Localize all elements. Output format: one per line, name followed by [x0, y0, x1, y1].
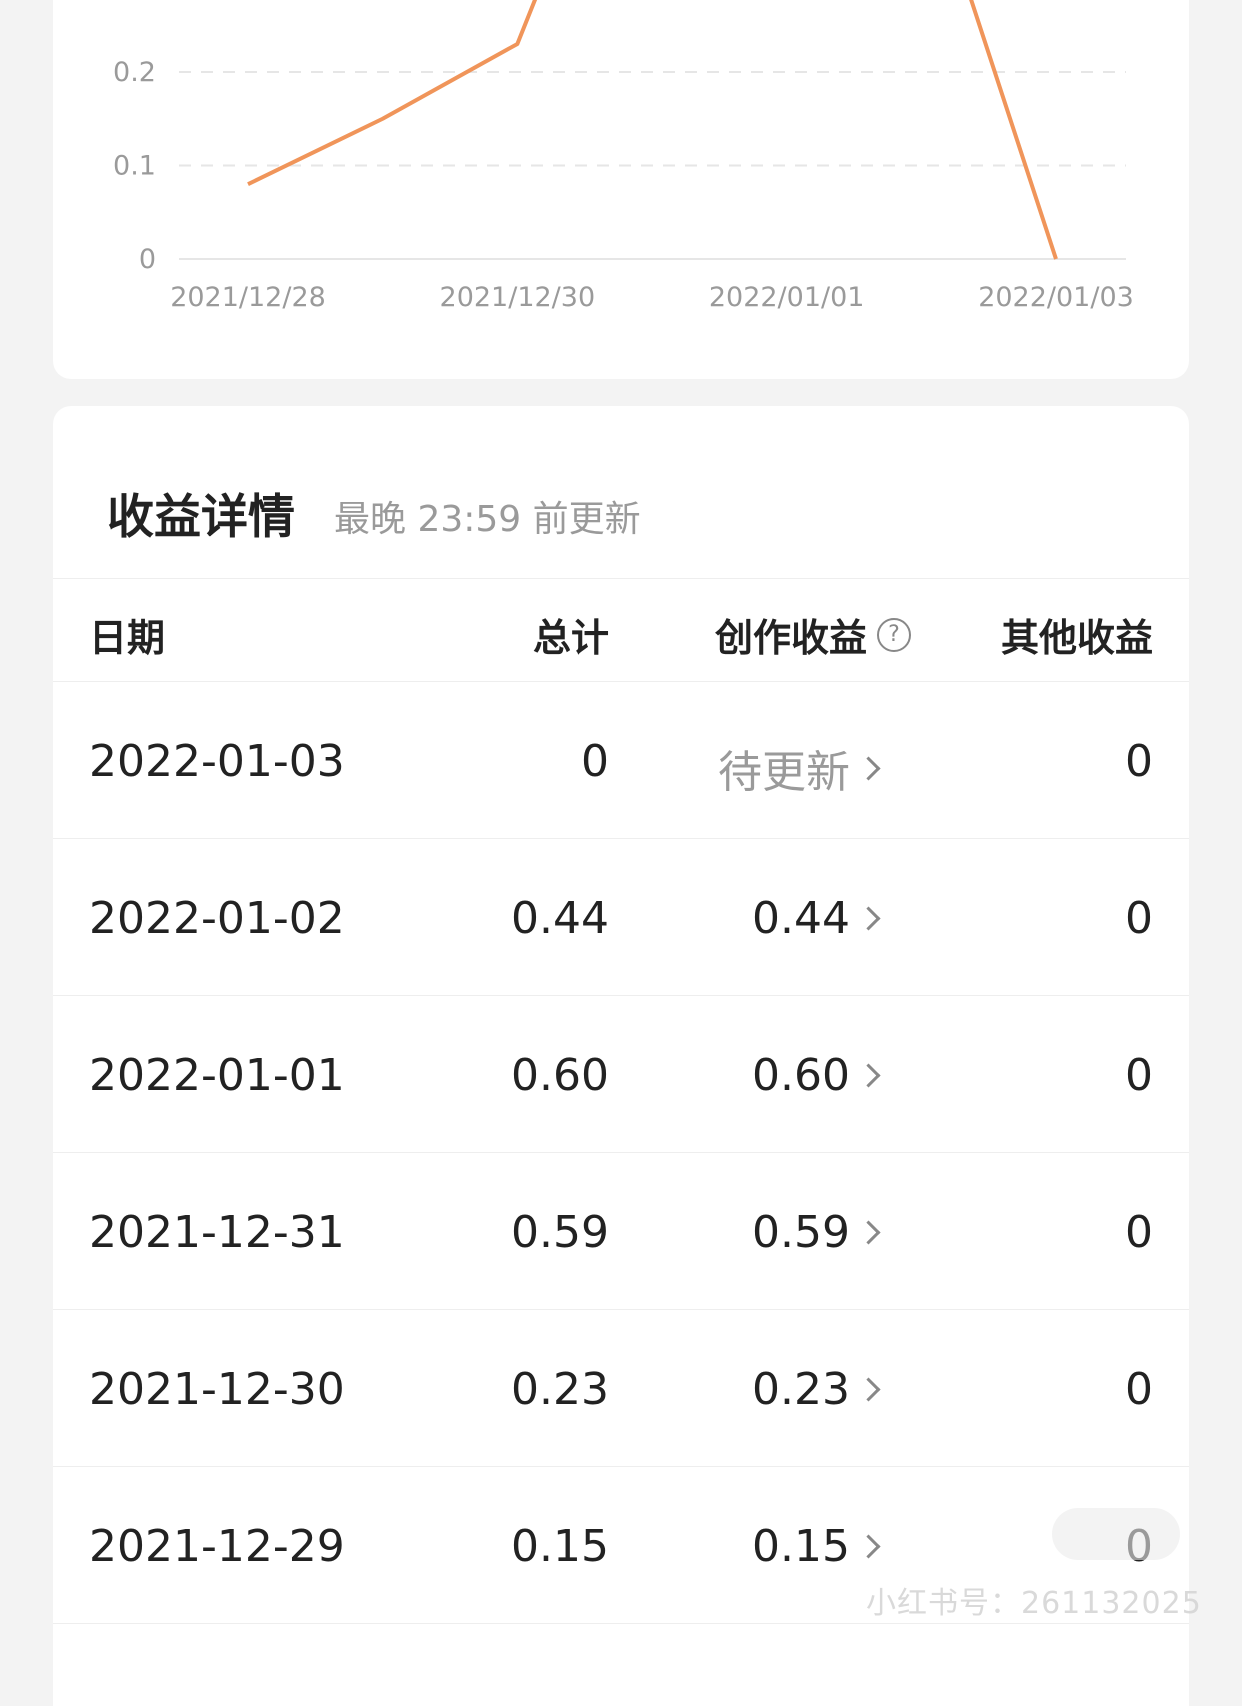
row-other: 0	[1125, 893, 1153, 944]
chevron-right-icon	[856, 755, 881, 781]
row-date: 2021-12-31	[89, 1207, 345, 1258]
row-date: 2021-12-30	[89, 1364, 345, 1415]
detail-header: 收益详情 最晚 23:59 前更新	[53, 406, 1189, 578]
row-total: 0.23	[511, 1364, 609, 1415]
detail-title: 收益详情	[107, 490, 295, 545]
row-other: 0	[1125, 1364, 1153, 1415]
row-create-value: 0.60	[752, 1050, 850, 1101]
earnings-table-body: 2022-01-03 0 待更新 0 2022-01-02 0.44 0.44 0 2022-0…	[53, 682, 1189, 1624]
row-total: 0.59	[511, 1207, 609, 1258]
column-date: 日期	[89, 616, 166, 660]
y-tick-label: 0	[139, 244, 156, 275]
table-row[interactable]: 2022-01-01 0.60 0.60 0	[53, 996, 1189, 1153]
help-icon[interactable]: ?	[877, 617, 912, 652]
row-date: 2022-01-01	[89, 1050, 345, 1101]
row-date: 2022-01-02	[89, 893, 345, 944]
row-create[interactable]: 待更新	[718, 736, 881, 800]
row-total: 0	[581, 736, 609, 787]
row-create-value: 0.59	[752, 1207, 850, 1258]
earnings-line-chart: 0 0.1 0.2 2021/12/28 2021/12/30 2022/01/01 202…	[113, 0, 1134, 313]
row-create[interactable]: 0.44	[752, 893, 881, 944]
row-other: 0	[1125, 736, 1153, 787]
row-create[interactable]: 0.23	[752, 1364, 881, 1415]
row-other: 0	[1125, 1207, 1153, 1258]
chevron-right-icon	[856, 1063, 881, 1088]
column-total: 总计	[532, 616, 609, 660]
x-tick-label: 2022/01/01	[709, 282, 865, 313]
x-tick-label: 2021/12/28	[170, 282, 326, 313]
row-total: 0.60	[511, 1050, 609, 1101]
series-line	[247, 0, 1058, 260]
chevron-right-icon	[856, 906, 881, 931]
chevron-right-icon	[856, 1377, 881, 1402]
y-tick-label: 0.2	[113, 57, 156, 88]
row-create[interactable]: 0.15	[752, 1521, 881, 1572]
row-date: 2021-12-29	[89, 1521, 345, 1572]
row-create-value: 0.15	[752, 1521, 850, 1572]
row-create[interactable]: 0.60	[752, 1050, 881, 1101]
chevron-right-icon	[856, 1534, 881, 1559]
column-create: 创作收益 ?	[715, 607, 912, 662]
x-tick-label: 2022/01/03	[978, 282, 1134, 313]
watermark-logo	[1052, 1508, 1180, 1560]
row-create-value: 待更新	[718, 747, 850, 798]
earnings-detail-card: 收益详情 最晚 23:59 前更新 日期 总计 创作收益 ? 其他收益 2022…	[53, 406, 1189, 1706]
row-total: 0.44	[511, 893, 609, 944]
column-create-label: 创作收益	[715, 616, 868, 660]
table-row[interactable]: 2021-12-31 0.59 0.59 0	[53, 1153, 1189, 1310]
table-row[interactable]: 2021-12-30 0.23 0.23 0	[53, 1310, 1189, 1467]
detail-subtitle: 最晚 23:59 前更新	[334, 499, 641, 540]
chevron-right-icon	[856, 1220, 881, 1245]
column-other: 其他收益	[1000, 616, 1153, 660]
row-create[interactable]: 0.59	[752, 1207, 881, 1258]
watermark-text: 小红书号：261132025	[866, 1586, 1202, 1621]
y-tick-label: 0.1	[113, 151, 156, 182]
x-tick-label: 2021/12/30	[440, 282, 596, 313]
row-total: 0.15	[511, 1521, 609, 1572]
row-other: 0	[1125, 1050, 1153, 1101]
row-create-value: 0.23	[752, 1364, 850, 1415]
row-create-value: 0.44	[752, 893, 850, 944]
table-row[interactable]: 2022-01-02 0.44 0.44 0	[53, 839, 1189, 996]
table-header: 日期 总计 创作收益 ? 其他收益	[53, 578, 1189, 682]
row-date: 2022-01-03	[89, 736, 345, 787]
earnings-chart-card: 0 0.1 0.2 2021/12/28 2021/12/30 2022/01/01 202…	[53, 0, 1189, 379]
table-row[interactable]: 2022-01-03 0 待更新 0	[53, 682, 1189, 839]
